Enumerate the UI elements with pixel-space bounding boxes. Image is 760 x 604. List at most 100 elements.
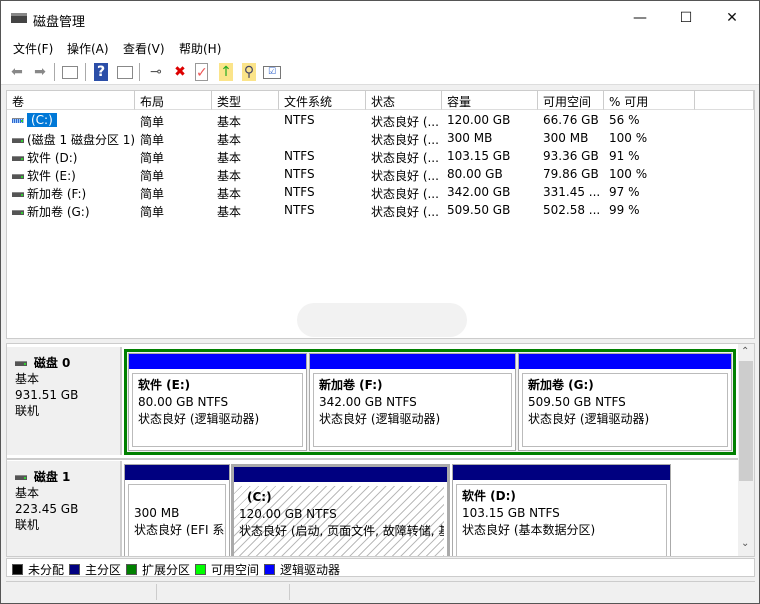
- window-title: 磁盘管理: [33, 15, 86, 30]
- cell-free-space: 331.45 ...: [543, 185, 601, 199]
- primary-partition-bar: [234, 467, 447, 482]
- action-pane-icon[interactable]: [117, 66, 133, 79]
- cell-volume-name: 软件 (E:): [7, 165, 135, 183]
- cell-volume-name: 新加卷 (F:): [7, 183, 135, 201]
- disk-size: 223.45 GB: [15, 502, 79, 516]
- column-header-volume[interactable]: 卷: [7, 91, 135, 110]
- column-header-capacity[interactable]: 容量: [442, 91, 538, 110]
- back-icon[interactable]: ⬅: [8, 63, 26, 81]
- column-header-type[interactable]: 类型: [212, 91, 279, 110]
- cell-filesystem: NTFS: [284, 167, 315, 181]
- vertical-scrollbar[interactable]: ⌃ ⌄: [738, 344, 754, 556]
- partition-e[interactable]: 软件 (E:) 80.00 GB NTFS 状态良好 (逻辑驱动器): [128, 353, 307, 451]
- status-divider: [156, 584, 157, 600]
- partition-c[interactable]: (C:) 120.00 GB NTFS 状态良好 (启动, 页面文件, 故障转储, …: [231, 464, 450, 556]
- close-button[interactable]: ✕: [709, 1, 755, 33]
- forward-icon[interactable]: ➡: [31, 63, 49, 81]
- legend-label: 可用空间: [211, 563, 260, 577]
- column-header-free-space[interactable]: 可用空间: [538, 91, 604, 110]
- scroll-down-icon[interactable]: ⌄: [741, 538, 749, 549]
- volume-label: 软件 (E:): [27, 169, 76, 183]
- cell-percent-free: 97 %: [609, 185, 640, 199]
- disk-icon: [15, 475, 27, 480]
- horizontal-scroll-thumb[interactable]: [297, 303, 467, 337]
- logical-drive-bar: [129, 354, 306, 369]
- table-row[interactable]: (磁盘 1 磁盘分区 1) 简单 基本 状态良好 (... 300 MB 300 MB 10…: [7, 129, 754, 147]
- partition-size: 80.00 GB NTFS: [138, 395, 229, 409]
- cell-volume-name: 新加卷 (G:): [7, 201, 135, 219]
- cell-capacity: 509.50 GB: [447, 203, 511, 217]
- volume-label: 新加卷 (G:): [27, 205, 90, 219]
- search-icon[interactable]: ⚲: [242, 63, 256, 81]
- cell-status: 状态良好 (...: [371, 169, 439, 183]
- cell-capacity: 342.00 GB: [447, 185, 511, 199]
- scroll-thumb[interactable]: [739, 361, 753, 481]
- partition-size: 300 MB: [134, 506, 180, 520]
- checklist-icon[interactable]: ☑: [263, 66, 281, 79]
- disk-0-label[interactable]: 磁盘 0 基本 931.51 GB 联机: [7, 347, 122, 455]
- disk-state: 联机: [15, 404, 40, 418]
- delete-icon[interactable]: ✖: [171, 63, 189, 81]
- cell-filesystem: NTFS: [284, 203, 315, 217]
- volume-icon: [12, 138, 24, 143]
- menu-view[interactable]: 查看(V): [123, 40, 165, 57]
- disk-type: 基本: [15, 486, 40, 500]
- table-row[interactable]: 新加卷 (F:) 简单 基本 NTFS 状态良好 (... 342.00 GB 331.45…: [7, 183, 754, 201]
- cell-type: 基本: [217, 169, 242, 183]
- column-header-percent-free[interactable]: % 可用: [604, 91, 695, 110]
- cell-filesystem: NTFS: [284, 149, 315, 163]
- volume-label: 新加卷 (F:): [27, 187, 87, 201]
- menu-action[interactable]: 操作(A): [67, 40, 109, 57]
- menu-help[interactable]: 帮助(H): [179, 40, 221, 57]
- partition-size: 342.00 GB NTFS: [319, 395, 417, 409]
- cell-status: 状态良好 (...: [371, 133, 439, 147]
- disk-1-label[interactable]: 磁盘 1 基本 223.45 GB 联机: [7, 461, 122, 556]
- partition-f[interactable]: 新加卷 (F:) 342.00 GB NTFS 状态良好 (逻辑驱动器): [309, 353, 516, 451]
- export-icon[interactable]: ↑: [219, 63, 233, 81]
- menu-bar: 文件(F) 操作(A) 查看(V) 帮助(H): [1, 37, 759, 59]
- column-header-status[interactable]: 状态: [366, 91, 442, 110]
- partition-status: 状态良好 (EFI 系统分区): [134, 523, 225, 537]
- console-tree-icon[interactable]: [62, 66, 78, 79]
- partition-efi[interactable]: 300 MB 状态良好 (EFI 系统分区): [124, 464, 230, 556]
- primary-partition-bar: [125, 465, 229, 480]
- minimize-button[interactable]: —: [617, 1, 663, 33]
- partition-size: 509.50 GB NTFS: [528, 395, 626, 409]
- table-row[interactable]: 新加卷 (G:) 简单 基本 NTFS 状态良好 (... 509.50 GB 502.58…: [7, 201, 754, 219]
- disk-size: 931.51 GB: [15, 388, 79, 402]
- maximize-button[interactable]: ☐: [663, 1, 709, 33]
- volume-icon: [12, 192, 24, 197]
- properties-icon[interactable]: ✓: [195, 63, 208, 81]
- app-icon: [11, 13, 27, 23]
- disk-name: 磁盘 1: [33, 470, 71, 484]
- cell-layout: 简单: [140, 205, 165, 219]
- disk-type: 基本: [15, 372, 40, 386]
- cell-status: 状态良好 (...: [371, 115, 439, 129]
- column-header-empty: [695, 91, 754, 110]
- help-icon[interactable]: ?: [94, 63, 108, 81]
- partition-d[interactable]: 软件 (D:) 103.15 GB NTFS 状态良好 (基本数据分区): [452, 464, 671, 556]
- cell-free-space: 93.36 GB: [543, 149, 599, 163]
- cell-free-space: 502.58 ...: [543, 203, 601, 217]
- menu-file[interactable]: 文件(F): [13, 40, 53, 57]
- column-header-filesystem[interactable]: 文件系统: [279, 91, 366, 110]
- partition-g[interactable]: 新加卷 (G:) 509.50 GB NTFS 状态良好 (逻辑驱动器): [518, 353, 732, 451]
- table-row[interactable]: (C:) 简单 基本 NTFS 状态良好 (... 120.00 GB 66.76 GB 56…: [7, 111, 754, 129]
- volume-icon: [12, 156, 24, 161]
- cell-free-space: 66.76 GB: [543, 113, 599, 127]
- cell-filesystem: NTFS: [284, 113, 315, 127]
- cell-capacity: 300 MB: [447, 131, 493, 145]
- scroll-up-icon[interactable]: ⌃: [741, 346, 749, 357]
- volume-list: 卷 布局 类型 文件系统 状态 容量 可用空间 % 可用 (C:) 简单 基本 NTF…: [6, 90, 755, 339]
- connect-disk-icon[interactable]: ⊸: [147, 63, 165, 81]
- column-header-layout[interactable]: 布局: [135, 91, 212, 110]
- partition-title: 软件 (D:): [462, 489, 516, 503]
- table-row[interactable]: 软件 (E:) 简单 基本 NTFS 状态良好 (... 80.00 GB 79.86 GB…: [7, 165, 754, 183]
- legend-free-space: 可用空间: [195, 561, 259, 578]
- table-row[interactable]: 软件 (D:) 简单 基本 NTFS 状态良好 (... 103.15 GB 93.36 G…: [7, 147, 754, 165]
- cell-percent-free: 100 %: [609, 167, 648, 181]
- partition-title: 软件 (E:): [138, 378, 191, 392]
- cell-status: 状态良好 (...: [371, 205, 439, 219]
- partition-status: 状态良好 (逻辑驱动器): [138, 412, 260, 426]
- disk-divider: [7, 458, 738, 460]
